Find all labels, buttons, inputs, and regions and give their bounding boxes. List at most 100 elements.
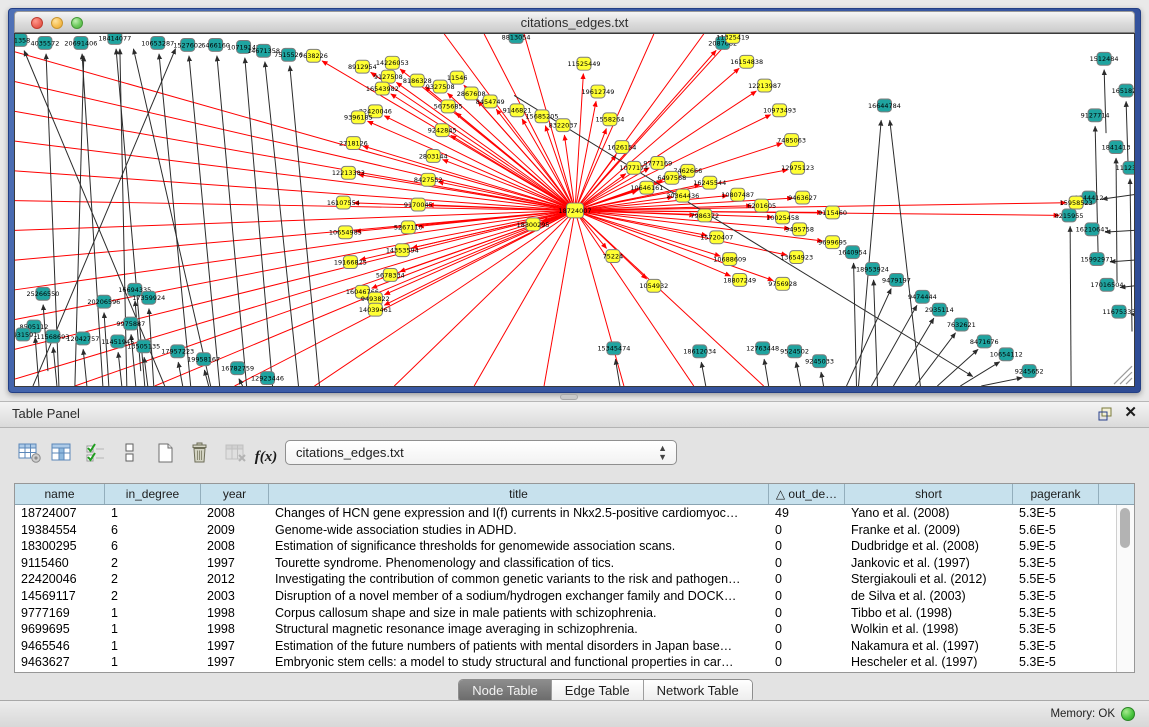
cell-name: 22420046 <box>15 571 105 588</box>
cell-pagerank: 5.3E-5 <box>1013 605 1099 622</box>
svg-text:8427552: 8427552 <box>414 176 443 184</box>
table-row[interactable]: 946554611997Estimation of the future num… <box>15 638 1116 655</box>
delete-column-button[interactable] <box>186 439 214 467</box>
delete-table-button <box>222 439 250 467</box>
svg-text:2867608: 2867608 <box>457 90 486 98</box>
svg-text:18612034: 18612034 <box>683 348 716 356</box>
select-columns-button[interactable] <box>82 439 110 467</box>
table-row[interactable]: 977716911998Corpus callosum shape and si… <box>15 605 1116 622</box>
column-visibility-button[interactable] <box>48 439 76 467</box>
row-height-button[interactable] <box>116 439 144 467</box>
svg-text:10807487: 10807487 <box>721 191 754 199</box>
cell-pagerank: 5.3E-5 <box>1013 654 1099 671</box>
svg-text:9474444: 9474444 <box>908 293 937 301</box>
cell-in_degree: 2 <box>105 588 201 605</box>
status-bar: Memory: OK <box>0 700 1149 727</box>
column-header-name[interactable]: name <box>15 484 105 504</box>
cell-in_degree: 6 <box>105 522 201 539</box>
table-row[interactable]: 1830029562008Estimation of significance … <box>15 538 1116 555</box>
svg-text:16782759: 16782759 <box>221 365 254 373</box>
table-selector-dropdown[interactable]: citations_edges.txt ▲▼ <box>285 440 677 465</box>
svg-text:9975887: 9975887 <box>116 320 145 328</box>
svg-text:16245544: 16245544 <box>693 179 726 187</box>
svg-text:11568693: 11568693 <box>36 333 69 341</box>
cell-name: 9465546 <box>15 638 105 655</box>
function-builder-button[interactable]: f(x) <box>252 443 280 471</box>
cell-in_degree: 1 <box>105 605 201 622</box>
svg-text:11325419: 11325419 <box>716 34 749 41</box>
cell-pagerank: 5.3E-5 <box>1013 621 1099 638</box>
svg-text:17359924: 17359924 <box>132 294 165 302</box>
column-header-title[interactable]: title <box>269 484 769 504</box>
table-row[interactable]: 1938455462009Genome-wide association stu… <box>15 522 1116 539</box>
cell-title: Investigating the contribution of common… <box>269 571 769 588</box>
svg-text:1640954: 1640954 <box>838 249 867 257</box>
table-row[interactable]: 969969511998Structural magnetic resonanc… <box>15 621 1116 638</box>
cell-title: Estimation of significance thresholds fo… <box>269 538 769 555</box>
network-window-titlebar[interactable]: citations_edges.txt <box>14 11 1135 33</box>
svg-text:6201605: 6201605 <box>747 202 776 210</box>
svg-text:9699695: 9699695 <box>818 239 847 247</box>
svg-text:15992971: 15992971 <box>1081 255 1114 263</box>
svg-text:16154838: 16154838 <box>730 58 763 66</box>
cell-pagerank: 5.9E-5 <box>1013 538 1099 555</box>
table-row[interactable]: 1456911722003Disruption of a novel membe… <box>15 588 1116 605</box>
cell-title: Genome-wide association studies in ADHD. <box>269 522 769 539</box>
svg-text:12923446: 12923446 <box>251 374 284 382</box>
network-canvas[interactable]: 2135840355722069140618414077106532871527… <box>15 34 1134 386</box>
table-row[interactable]: 911546021997Tourette syndrome. Phenomeno… <box>15 555 1116 572</box>
application-window: { "window": { "title": "citations_edges.… <box>0 0 1149 727</box>
svg-text:14039461: 14039461 <box>359 306 392 314</box>
svg-text:9245033: 9245033 <box>805 358 834 366</box>
create-column-button[interactable] <box>152 439 180 467</box>
svg-text:9127508: 9127508 <box>374 73 403 81</box>
vertical-scrollbar[interactable] <box>1116 505 1134 672</box>
svg-text:19612749: 19612749 <box>581 88 614 96</box>
svg-text:9756928: 9756928 <box>768 280 797 288</box>
column-header-year[interactable]: year <box>201 484 269 504</box>
svg-text:16644784: 16644784 <box>868 102 901 110</box>
column-header-pagerank[interactable]: pagerank <box>1013 484 1099 504</box>
svg-text:8215955: 8215955 <box>1055 212 1084 220</box>
cell-in_degree: 1 <box>105 638 201 655</box>
table-row[interactable]: 2242004622012Investigating the contribut… <box>15 571 1116 588</box>
memory-status-indicator[interactable] <box>1121 707 1135 721</box>
split-pane-handle[interactable] <box>560 394 578 400</box>
svg-text:9115460: 9115460 <box>818 209 847 217</box>
cell-short: Tibbo et al. (1998) <box>845 605 1013 622</box>
column-header-short[interactable]: short <box>845 484 1013 504</box>
svg-text:10654112: 10654112 <box>990 351 1023 359</box>
svg-text:7485063: 7485063 <box>777 136 806 144</box>
table-mode-button[interactable] <box>16 439 44 467</box>
memory-status-label: Memory: OK <box>1050 708 1115 720</box>
svg-text:8454749: 8454749 <box>476 98 505 106</box>
cell-name: 9699695 <box>15 621 105 638</box>
svg-text:9524502: 9524502 <box>780 348 809 356</box>
table-row[interactable]: 946362711997Embryonic stem cells: a mode… <box>15 654 1116 671</box>
cell-pagerank: 5.6E-5 <box>1013 522 1099 539</box>
cell-year: 1997 <box>201 638 269 655</box>
tab-node-table[interactable]: Node Table <box>459 680 552 702</box>
cell-out_degree: 0 <box>769 605 845 622</box>
cell-out_degree: 0 <box>769 522 845 539</box>
svg-text:8813054: 8813054 <box>502 34 531 41</box>
svg-text:8322037: 8322037 <box>549 122 578 130</box>
svg-text:11675333: 11675333 <box>1103 308 1134 316</box>
close-panel-icon[interactable]: ✕ <box>1124 404 1137 422</box>
scrollbar-thumb[interactable] <box>1120 508 1130 548</box>
tab-edge-table[interactable]: Edge Table <box>552 680 644 702</box>
svg-text:12975123: 12975123 <box>781 164 814 172</box>
column-header-in_degree[interactable]: in_degree <box>105 484 201 504</box>
svg-text:9777169: 9777169 <box>643 159 672 167</box>
svg-text:2803144: 2803144 <box>419 152 448 160</box>
cell-name: 18300295 <box>15 538 105 555</box>
float-panel-icon[interactable] <box>1097 406 1113 422</box>
tab-network-table[interactable]: Network Table <box>644 680 752 702</box>
table-row[interactable]: 1872400712008Changes of HCN gene express… <box>15 505 1116 522</box>
svg-text:8471676: 8471676 <box>970 338 999 346</box>
svg-text:1558264: 1558264 <box>596 116 625 124</box>
cell-title: Tourette syndrome. Phenomenology and cla… <box>269 555 769 572</box>
svg-text:14226053: 14226053 <box>376 59 409 67</box>
column-header-out_degree[interactable]: △ out_de… <box>769 484 845 504</box>
cell-year: 2009 <box>201 522 269 539</box>
